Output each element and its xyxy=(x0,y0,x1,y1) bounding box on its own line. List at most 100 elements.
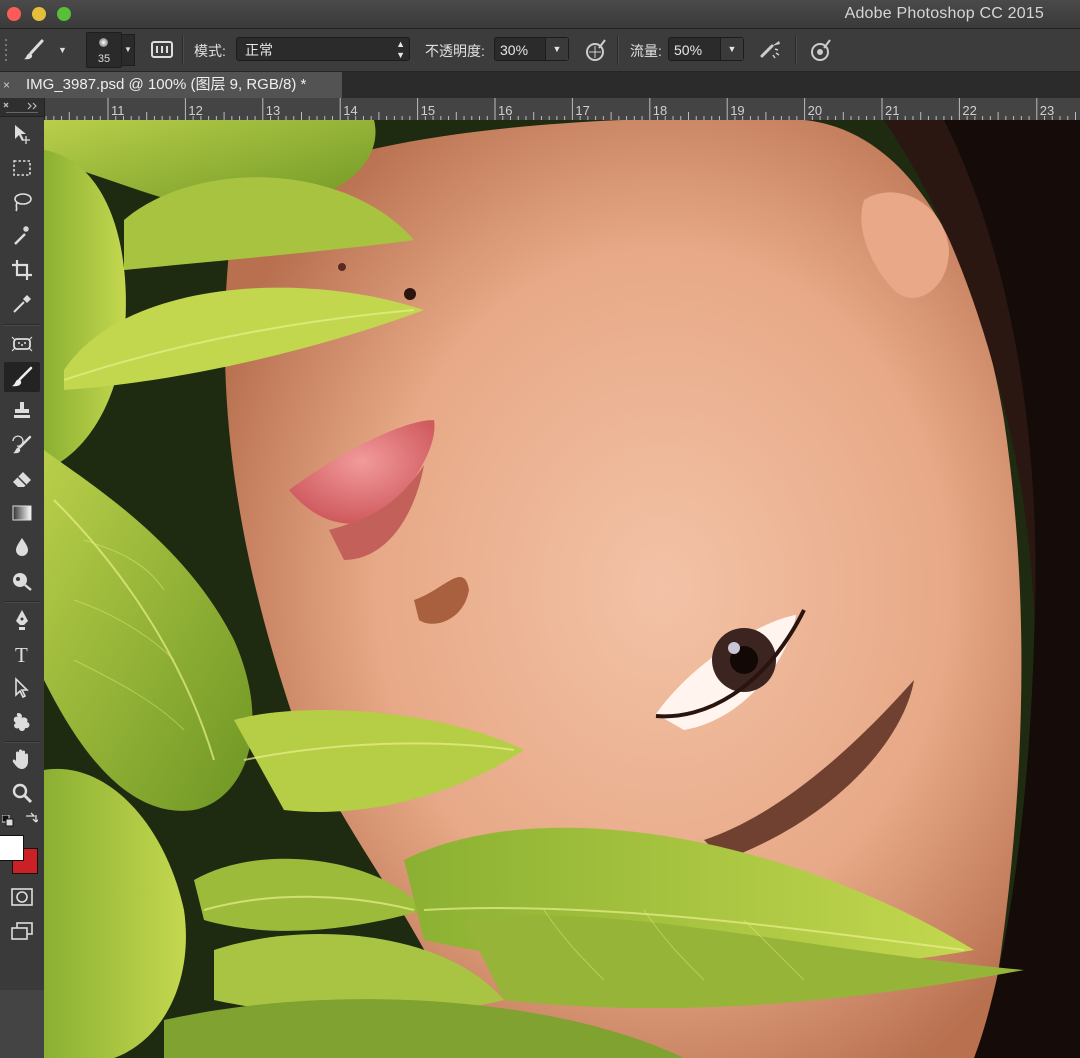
close-tab-icon[interactable]: × xyxy=(3,72,10,98)
brush-tool-icon xyxy=(12,366,33,387)
clone-stamp-tool[interactable] xyxy=(4,396,40,426)
marquee-tool[interactable] xyxy=(4,153,40,183)
eyedropper-tool[interactable] xyxy=(4,289,40,319)
spot-healing-tool-icon xyxy=(11,336,33,352)
path-selection-tool-icon xyxy=(15,677,29,699)
brush-tip-icon xyxy=(99,38,108,47)
document-tab-title: IMG_3987.psd @ 100% (图层 9, RGB/8) * xyxy=(26,76,307,93)
crop-tool-icon xyxy=(12,260,32,280)
blur-tool-icon xyxy=(16,538,28,556)
toolbox-divider xyxy=(4,741,40,743)
mode-label: 模式: xyxy=(194,43,226,59)
move-tool[interactable] xyxy=(4,119,40,149)
custom-shape-tool[interactable] xyxy=(4,707,40,737)
select-updown-icon: ▲ ▼ xyxy=(396,39,405,60)
hand-tool-icon xyxy=(12,749,28,769)
pressure-opacity-icon[interactable] xyxy=(583,37,609,63)
ruler-label: 23 xyxy=(1040,103,1054,118)
opacity-label: 不透明度: xyxy=(425,43,485,59)
clone-stamp-tool-icon xyxy=(14,402,30,418)
options-divider xyxy=(795,35,797,65)
swap-colors-icon[interactable] xyxy=(24,812,40,826)
brush-tool[interactable] xyxy=(4,362,40,392)
ruler-label: 18 xyxy=(653,103,667,118)
flow-value: 50% xyxy=(674,42,703,58)
options-divider xyxy=(617,35,619,65)
foreground-color-swatch[interactable] xyxy=(0,835,24,861)
zoom-tool[interactable] xyxy=(4,778,40,808)
magic-wand-tool[interactable] xyxy=(4,221,40,251)
close-window-button[interactable] xyxy=(7,7,21,21)
ruler-label: 19 xyxy=(730,103,744,118)
ruler-label: 15 xyxy=(421,103,435,118)
default-colors-icon[interactable] xyxy=(1,814,14,827)
eraser-tool[interactable] xyxy=(4,464,40,494)
ruler-ticks: 11 12 13 14 15 16 17 18 19 20 21 22 23 xyxy=(45,98,1076,120)
move-tool-icon xyxy=(15,125,30,144)
opacity-value: 30% xyxy=(500,42,529,58)
ruler-label: 22 xyxy=(962,103,976,118)
screen-mode-icon xyxy=(11,922,33,940)
tool-preset-brush-icon[interactable] xyxy=(22,37,48,63)
ruler-label: 21 xyxy=(885,103,899,118)
flow-dropdown-icon[interactable]: ▼ xyxy=(720,38,743,60)
marquee-tool-icon xyxy=(13,160,31,176)
brush-preset-dropdown-icon[interactable]: ▼ xyxy=(121,34,135,66)
hand-tool[interactable] xyxy=(4,744,40,774)
brush-size: 35 xyxy=(97,53,111,65)
eraser-tool-icon xyxy=(13,472,31,487)
quick-mask-button[interactable] xyxy=(4,882,40,912)
flow-field[interactable]: 50% ▼ xyxy=(668,37,744,61)
airbrush-icon[interactable] xyxy=(758,37,784,63)
pressure-size-icon[interactable] xyxy=(808,37,834,63)
history-brush-tool[interactable] xyxy=(4,430,40,460)
history-brush-tool-icon xyxy=(12,435,32,454)
blend-mode-select[interactable]: 正常 ▲ ▼ xyxy=(236,37,410,61)
options-grip-icon xyxy=(4,37,10,63)
spot-healing-tool[interactable] xyxy=(4,329,40,359)
ruler-label: 11 xyxy=(111,103,125,118)
quick-mask-icon xyxy=(11,888,33,906)
blur-tool[interactable] xyxy=(4,532,40,562)
toolbox: T xyxy=(0,98,45,990)
lasso-tool[interactable] xyxy=(4,187,40,217)
pen-tool[interactable] xyxy=(4,605,40,635)
crop-tool[interactable] xyxy=(4,255,40,285)
ruler-label: 20 xyxy=(808,103,822,118)
brush-panel-toggle-icon[interactable] xyxy=(149,37,175,63)
type-tool-icon: T xyxy=(15,643,28,666)
flow-label: 流量: xyxy=(630,43,662,59)
tool-preset-dropdown-icon[interactable]: ▼ xyxy=(58,37,68,63)
dodge-tool-icon xyxy=(13,573,32,591)
minimize-window-button[interactable] xyxy=(32,7,46,21)
eyedropper-tool-icon xyxy=(13,295,31,313)
zoom-tool-icon xyxy=(12,783,33,804)
options-divider xyxy=(182,35,184,65)
opacity-dropdown-icon[interactable]: ▼ xyxy=(545,38,568,60)
type-tool-glyph: T xyxy=(15,643,28,666)
type-tool[interactable]: T xyxy=(4,639,40,669)
ruler-label: 12 xyxy=(188,103,202,118)
maximize-window-button[interactable] xyxy=(57,7,71,21)
gradient-tool[interactable] xyxy=(4,498,40,528)
screen-mode-button[interactable] xyxy=(4,916,40,946)
gradient-tool-icon xyxy=(12,505,32,521)
ruler-label: 13 xyxy=(266,103,280,118)
photo-image xyxy=(44,120,1080,1058)
magic-wand-tool-icon xyxy=(14,226,29,245)
toolbox-header[interactable] xyxy=(0,98,44,117)
document-tab[interactable]: × IMG_3987.psd @ 100% (图层 9, RGB/8) * xyxy=(0,72,342,98)
blend-mode-value: 正常 xyxy=(245,42,273,58)
path-selection-tool[interactable] xyxy=(4,673,40,703)
vertical-ruler[interactable] xyxy=(0,990,44,1058)
opacity-field[interactable]: 30% ▼ xyxy=(494,37,569,61)
horizontal-ruler[interactable]: 11 12 13 14 15 16 17 18 19 20 21 22 23 xyxy=(44,98,1080,121)
brush-preset-picker[interactable]: 35 xyxy=(86,32,122,68)
title-bar: Adobe Photoshop CC 2015 xyxy=(0,0,1080,29)
app-title: Adobe Photoshop CC 2015 xyxy=(844,5,1044,22)
dodge-tool[interactable] xyxy=(4,566,40,596)
document-canvas[interactable] xyxy=(44,120,1080,1058)
toolbox-divider xyxy=(4,601,40,603)
custom-shape-tool-icon xyxy=(13,713,30,731)
ruler-label: 16 xyxy=(498,103,512,118)
